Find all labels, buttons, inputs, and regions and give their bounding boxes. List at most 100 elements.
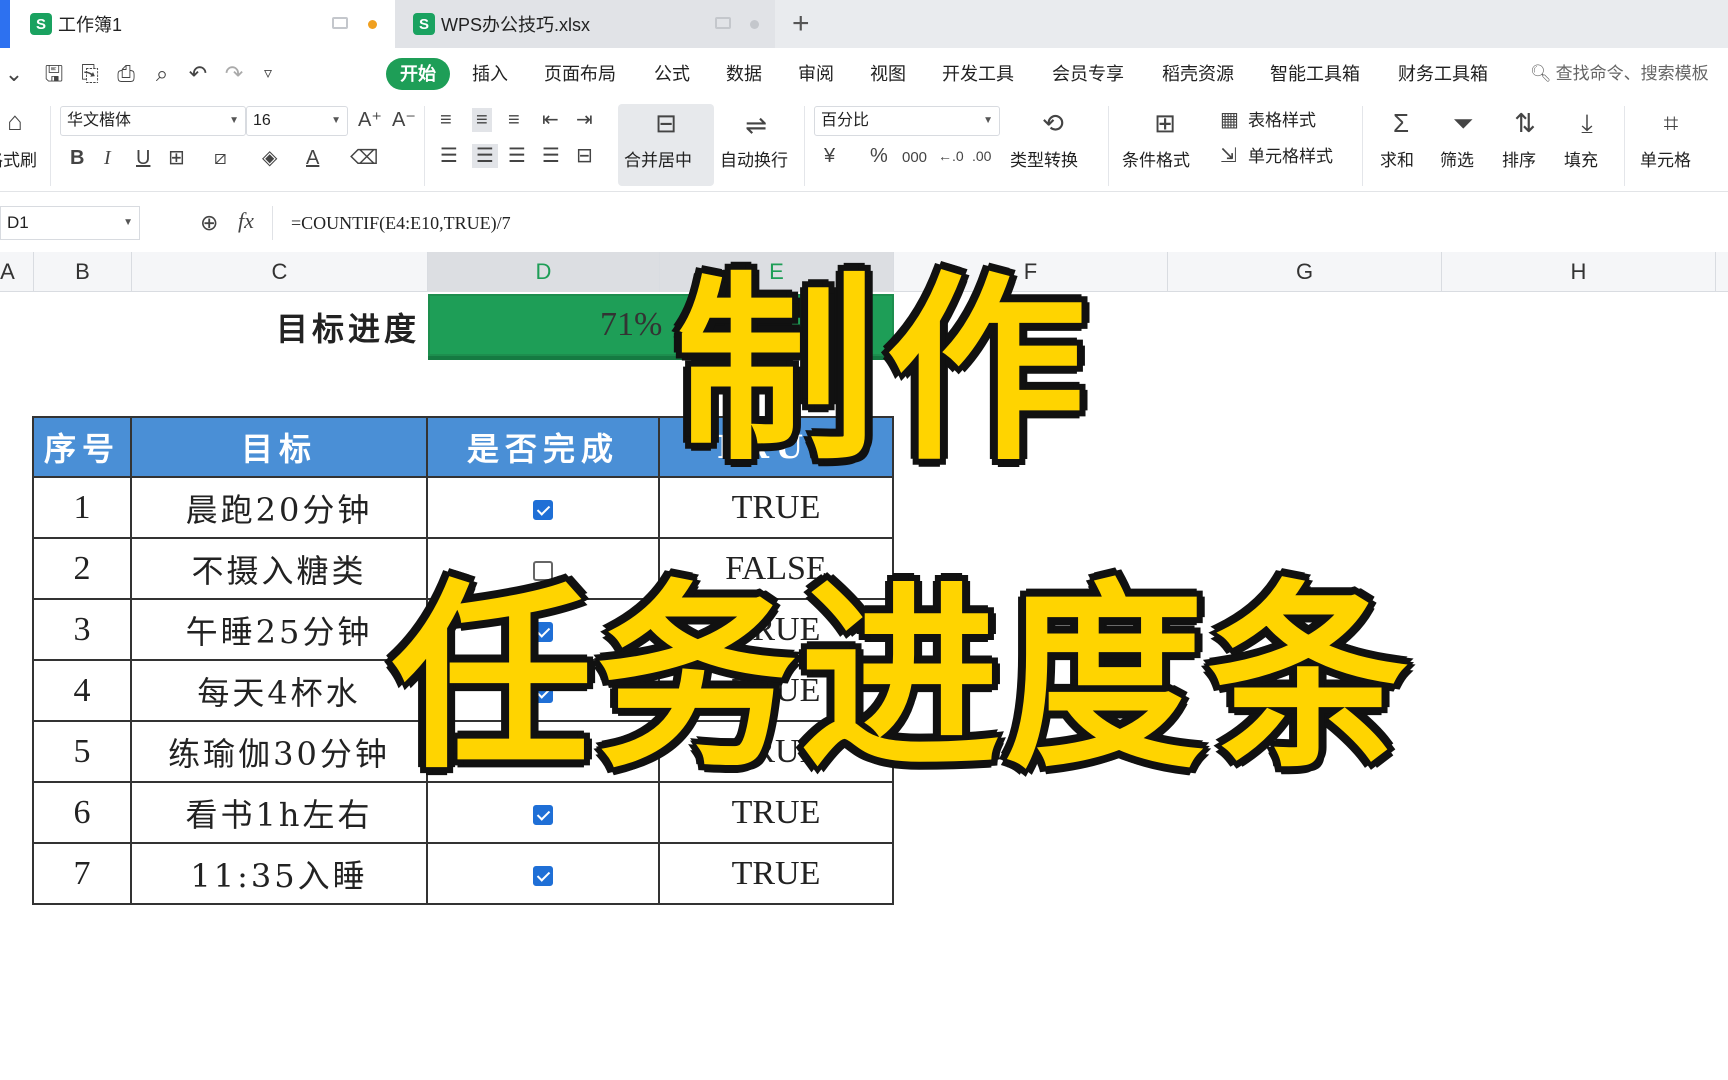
checkbox-checked-icon[interactable]	[533, 804, 553, 825]
align-bottom-icon[interactable]: ≡	[508, 108, 520, 132]
align-center-icon[interactable]: ☰	[472, 144, 498, 168]
column-header-c[interactable]: C	[132, 252, 428, 292]
indent-increase-icon[interactable]: ⇥	[576, 108, 593, 132]
menu-finance-tools[interactable]: 财务工具箱	[1398, 62, 1488, 86]
cell-style-icon[interactable]: ⇲	[1220, 144, 1237, 168]
type-convert-label[interactable]: 类型转换	[1010, 150, 1078, 172]
row-goal: 每天4杯水	[130, 659, 428, 722]
font-shrink-icon[interactable]: A⁻	[392, 108, 416, 132]
underline-icon[interactable]: U	[136, 146, 150, 170]
menu-member[interactable]: 会员专享	[1052, 62, 1124, 86]
zoom-icon[interactable]: ⊕	[200, 210, 218, 236]
more-icon[interactable]: ▿	[254, 62, 282, 86]
align-middle-icon[interactable]: ≡	[472, 108, 492, 132]
align-left-icon[interactable]: ☰	[440, 144, 458, 168]
clear-format-icon[interactable]: ⌫	[350, 146, 378, 170]
indent-decrease-icon[interactable]: ⇤	[542, 108, 559, 132]
number-format-select[interactable]: 百分比 ▼	[814, 106, 1000, 136]
font-name-select[interactable]: 华文楷体 ▼	[60, 106, 246, 136]
export-icon[interactable]: ⎘	[76, 62, 104, 86]
percent-button[interactable]: %	[870, 144, 888, 168]
filter-label[interactable]: 筛选	[1440, 150, 1474, 172]
fx-icon[interactable]: fx	[238, 208, 254, 234]
conditional-format-icon[interactable]: ⊞	[1148, 108, 1182, 138]
monitor-icon[interactable]	[715, 17, 731, 29]
menu-developer[interactable]: 开发工具	[942, 62, 1014, 86]
column-header-d[interactable]: D	[428, 252, 660, 292]
column-header-g[interactable]: G	[1168, 252, 1442, 292]
cell-icon[interactable]: ⌗	[1654, 108, 1688, 138]
menu-view[interactable]: 视图	[870, 62, 906, 86]
currency-button[interactable]: ¥	[824, 144, 835, 168]
sum-label[interactable]: 求和	[1380, 150, 1414, 172]
align-right-icon[interactable]: ☰	[508, 144, 526, 168]
format-painter-icon[interactable]: ⌂	[0, 106, 30, 136]
sum-icon[interactable]: Σ	[1384, 108, 1418, 138]
print-icon[interactable]: ⎙	[112, 62, 140, 86]
row-goal: 练瑜伽30分钟	[130, 720, 428, 783]
menu-insert[interactable]: 插入	[472, 62, 508, 86]
merge-cells-icon: ⊟	[655, 108, 677, 138]
window-tab-bar: S 工作簿1 S WPS办公技巧.xlsx +	[0, 0, 1728, 48]
menu-formula[interactable]: 公式	[654, 62, 690, 86]
monitor-icon[interactable]	[332, 17, 348, 29]
cell-style-label[interactable]: 单元格样式	[1248, 146, 1333, 168]
header-done: 是否完成	[426, 416, 660, 478]
filter-icon[interactable]: ⏷	[1446, 108, 1480, 138]
sort-label[interactable]: 排序	[1502, 150, 1536, 172]
checkbox-checked-icon[interactable]	[533, 865, 553, 886]
distribute-icon[interactable]: ⊟	[576, 144, 593, 168]
new-tab-button[interactable]: +	[792, 6, 810, 42]
increase-decimal-icon[interactable]: ←.0	[938, 144, 964, 168]
format-painter-label[interactable]: 格式刷	[0, 150, 37, 172]
wrap-text-label[interactable]: 自动换行	[720, 150, 788, 172]
fill-label[interactable]: 填充	[1564, 150, 1598, 172]
redo-icon[interactable]: ↷	[220, 62, 248, 86]
table-style-label[interactable]: 表格样式	[1248, 110, 1316, 132]
header-goal: 目标	[130, 416, 428, 478]
row-num: 1	[32, 476, 132, 539]
tab-wps-tips[interactable]: S WPS办公技巧.xlsx	[395, 0, 775, 48]
font-grow-icon[interactable]: A⁺	[358, 108, 382, 132]
menu-docer[interactable]: 稻壳资源	[1162, 62, 1234, 86]
thousands-button[interactable]: 000	[902, 146, 927, 170]
column-header-a[interactable]: A	[0, 252, 34, 292]
align-top-icon[interactable]: ≡	[440, 108, 452, 132]
sort-icon[interactable]: ⇅	[1508, 108, 1542, 138]
cell-label[interactable]: 单元格	[1640, 150, 1691, 172]
menu-page-layout[interactable]: 页面布局	[544, 62, 616, 86]
table-style-icon[interactable]: ▦	[1220, 108, 1239, 132]
formula-bar: D1 ▼ ⊕ fx =COUNTIF(E4:E10,TRUE)/7	[0, 204, 1728, 242]
border-icon[interactable]: ⊞	[168, 146, 185, 170]
menu-smart-tools[interactable]: 智能工具箱	[1270, 62, 1360, 86]
menu-review[interactable]: 审阅	[798, 62, 834, 86]
command-search[interactable]: 🔍︎ 查找命令、搜索模板	[1530, 62, 1709, 86]
search-placeholder: 查找命令、搜索模板	[1555, 64, 1709, 83]
menu-data[interactable]: 数据	[726, 62, 762, 86]
wrap-text-icon[interactable]: ⇌	[740, 110, 772, 140]
formula-input[interactable]: =COUNTIF(E4:E10,TRUE)/7	[272, 206, 1728, 240]
merge-center-button[interactable]: ⊟ 合并居中	[618, 104, 714, 186]
save-icon[interactable]: 🖫	[40, 62, 68, 86]
column-header-b[interactable]: B	[34, 252, 132, 292]
font-size-select[interactable]: 16 ▼	[246, 106, 348, 136]
decrease-decimal-icon[interactable]: .00	[972, 144, 991, 168]
menu-start[interactable]: 开始	[386, 58, 450, 90]
checkbox-checked-icon[interactable]	[533, 499, 553, 520]
italic-icon[interactable]: I	[104, 146, 111, 170]
fill-icon[interactable]: ⤓	[1570, 108, 1604, 138]
name-box[interactable]: D1 ▼	[0, 206, 140, 240]
row-goal: 看书1h左右	[130, 781, 428, 844]
conditional-format-label[interactable]: 条件格式	[1122, 150, 1190, 172]
column-header-h[interactable]: H	[1442, 252, 1716, 292]
fill-color-icon[interactable]: ◈	[262, 146, 277, 170]
chevron-down-icon[interactable]: ⌄	[0, 62, 28, 86]
font-color-icon[interactable]: A	[306, 146, 319, 170]
preview-icon[interactable]: ⌕	[148, 62, 176, 86]
fill-style-icon[interactable]: ⧄	[214, 146, 227, 170]
bold-icon[interactable]: B	[70, 146, 84, 170]
tab-workbook1[interactable]: S 工作簿1	[0, 0, 395, 48]
justify-icon[interactable]: ☰	[542, 144, 560, 168]
type-convert-icon[interactable]: ⟲	[1036, 108, 1070, 138]
undo-icon[interactable]: ↶	[184, 62, 212, 86]
